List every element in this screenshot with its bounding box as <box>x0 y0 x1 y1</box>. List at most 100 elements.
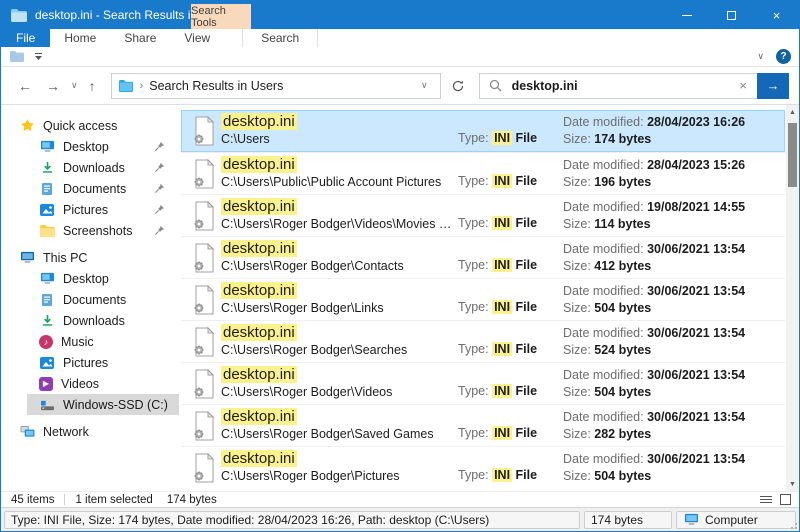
close-icon: × <box>773 8 781 23</box>
tab-file[interactable]: File <box>1 29 50 47</box>
sidebar-item-downloads[interactable]: Downloads <box>27 157 179 178</box>
sidebar-item-windows-ssd[interactable]: Windows-SSD (C:) <box>27 394 179 415</box>
sidebar-item-label: Pictures <box>63 356 108 370</box>
sidebar-item-label: Music <box>61 335 94 349</box>
file-path: C:\Users\Roger Bodger\Pictures <box>221 469 458 484</box>
sidebar-item-pc-downloads[interactable]: Downloads <box>27 310 179 331</box>
clear-search-icon[interactable]: × <box>729 78 757 93</box>
sidebar-section-label: This PC <box>43 251 87 265</box>
ini-file-icon <box>187 447 221 488</box>
sidebar-section-this-pc[interactable]: This PC <box>1 247 179 268</box>
qat-folder-icon[interactable] <box>9 49 25 65</box>
sidebar-item-label: Desktop <box>63 272 109 286</box>
tab-view[interactable]: View <box>170 29 224 47</box>
maximize-button[interactable] <box>709 1 754 29</box>
app-folder-icon <box>11 9 27 22</box>
table-row[interactable]: desktop.ini C:\Users\Roger Bodger\Saved … <box>181 404 785 446</box>
sidebar-section-quick-access[interactable]: Quick access <box>1 115 179 136</box>
selection-size: 174 bytes <box>167 494 217 506</box>
search-icon <box>488 78 504 94</box>
file-path: C:\Users\Roger Bodger\Searches <box>221 343 458 358</box>
forward-button[interactable]: → <box>39 78 67 94</box>
tab-search[interactable]: Search <box>242 29 318 47</box>
refresh-button[interactable] <box>445 73 471 99</box>
classic-status-bar: Type: INI File, Size: 174 bytes, Date mo… <box>1 507 799 531</box>
file-path: C:\Users <box>221 132 458 147</box>
table-row[interactable]: desktop.ini C:\Users\Public\Public Accou… <box>181 152 785 194</box>
sidebar-section-network[interactable]: Network <box>1 421 179 442</box>
file-name: desktop.ini <box>221 240 297 257</box>
table-row[interactable]: desktop.ini C:\Users\Roger Bodger\Videos… <box>181 362 785 404</box>
details-view-icon[interactable] <box>760 496 772 503</box>
table-row[interactable]: desktop.ini C:\Users\Roger Bodger\Videos… <box>181 194 785 236</box>
ini-file-icon <box>187 153 221 194</box>
table-row[interactable]: desktop.ini C:\Users\Roger Bodger\Contac… <box>181 236 785 278</box>
sidebar-item-screenshots[interactable]: Screenshots <box>27 220 179 241</box>
sidebar-item-pc-documents[interactable]: Documents <box>27 289 179 310</box>
pin-icon <box>154 162 165 173</box>
pictures-icon <box>39 202 55 218</box>
vertical-scrollbar[interactable]: ▲ ▼ <box>786 105 799 491</box>
search-go-button[interactable]: → <box>757 73 789 99</box>
address-dropdown-icon[interactable]: ∨ <box>415 80 434 91</box>
navigation-pane: Quick access Desktop Downloads <box>1 105 179 491</box>
star-icon <box>19 118 35 134</box>
ini-file-icon <box>187 110 221 152</box>
file-path: C:\Users\Roger Bodger\Videos <box>221 385 458 400</box>
scroll-down-icon[interactable]: ▼ <box>789 477 796 491</box>
sidebar-item-label: Pictures <box>63 203 108 217</box>
scroll-up-icon[interactable]: ▲ <box>789 105 796 119</box>
sidebar-item-pc-pictures[interactable]: Pictures <box>27 352 179 373</box>
close-button[interactable]: × <box>754 1 799 29</box>
file-details-status: Type: INI File, Size: 174 bytes, Date mo… <box>4 511 580 529</box>
ini-file-icon <box>187 321 221 362</box>
tab-share[interactable]: Share <box>110 29 170 47</box>
search-input[interactable]: desktop.ini <box>512 79 730 93</box>
file-path: C:\Users\Public\Public Account Pictures <box>221 175 458 190</box>
resize-grip[interactable] <box>787 519 797 529</box>
network-icon <box>19 424 35 440</box>
tab-home[interactable]: Home <box>50 29 110 47</box>
sidebar-item-label: Documents <box>63 293 126 307</box>
collapse-ribbon-icon[interactable]: ∨ <box>757 51 764 62</box>
address-bar[interactable]: › Search Results in Users ∨ <box>111 73 441 99</box>
sidebar-item-pc-music[interactable]: ♪ Music <box>27 331 179 352</box>
file-path: C:\Users\Roger Bodger\Saved Games <box>221 427 458 442</box>
sidebar-item-desktop[interactable]: Desktop <box>27 136 179 157</box>
search-box[interactable]: desktop.ini × → <box>479 73 789 99</box>
file-path: C:\Users\Roger Bodger\Links <box>221 301 458 316</box>
recent-locations-icon[interactable]: ∨ <box>67 80 82 91</box>
desktop-icon <box>39 139 55 155</box>
table-row[interactable]: desktop.ini C:\Users\Roger Bodger\Search… <box>181 320 785 362</box>
sidebar-item-label: Downloads <box>63 161 125 175</box>
minimize-button[interactable] <box>664 1 709 29</box>
sidebar-item-documents[interactable]: Documents <box>27 178 179 199</box>
sidebar-item-pc-desktop[interactable]: Desktop <box>27 268 179 289</box>
file-name: desktop.ini <box>221 198 297 215</box>
customize-toolbar-icon[interactable] <box>35 53 42 60</box>
up-button[interactable]: ↑ <box>82 78 103 94</box>
table-row[interactable]: desktop.ini C:\Users\Roger Bodger\Pictur… <box>181 446 785 488</box>
scrollbar-thumb[interactable] <box>788 123 797 187</box>
icons-view-icon[interactable] <box>780 494 791 505</box>
search-results-list: desktop.ini C:\Users Type: INI File Date… <box>179 105 799 491</box>
sidebar-item-pictures[interactable]: Pictures <box>27 199 179 220</box>
documents-icon <box>39 292 55 308</box>
help-icon[interactable]: ? <box>776 49 791 64</box>
explorer-window: desktop.ini - Search Results in Users Se… <box>0 0 800 532</box>
table-row[interactable]: desktop.ini C:\Users\Roger Bodger\Links … <box>181 278 785 320</box>
quick-access-toolbar: ∨ ? <box>1 47 799 67</box>
search-tools-contextual-tab[interactable]: Search Tools <box>191 4 251 29</box>
drive-icon <box>39 397 55 413</box>
table-row[interactable]: desktop.ini C:\Users Type: INI File Date… <box>181 110 785 152</box>
pin-icon <box>154 204 165 215</box>
breadcrumb[interactable]: Search Results in Users <box>149 79 283 93</box>
back-button[interactable]: ← <box>11 78 39 94</box>
file-name: desktop.ini <box>221 282 297 299</box>
address-band: ← → ∨ ↑ › Search Results in Users ∨ desk… <box>1 67 799 105</box>
sidebar-item-pc-videos[interactable]: ▶ Videos <box>27 373 179 394</box>
sidebar-section-label: Network <box>43 425 89 439</box>
sidebar-section-label: Quick access <box>43 119 117 133</box>
window-controls: × <box>664 1 799 29</box>
file-name: desktop.ini <box>221 156 297 173</box>
